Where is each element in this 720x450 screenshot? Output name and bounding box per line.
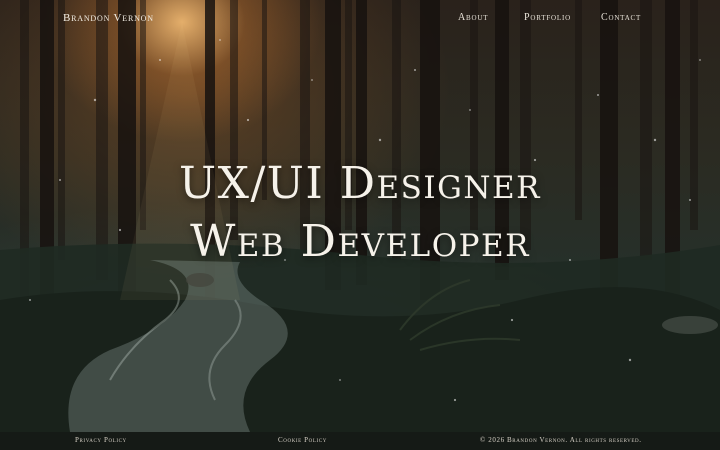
hero-background: Brandon Vernon About Portfolio Contact U… <box>0 0 720 450</box>
copyright-notice: © 2026 Brandon Vernon. All rights reserv… <box>480 436 642 444</box>
nav-link-about[interactable]: About <box>458 12 488 23</box>
site-brand-name[interactable]: Brandon Vernon <box>63 12 154 24</box>
page-footer: Privacy Policy Cookie Policy © 2026 Bran… <box>0 432 720 450</box>
hero-headline-line-2: Web Developer <box>190 216 530 267</box>
nav-link-portfolio[interactable]: Portfolio <box>524 12 571 23</box>
hero-headline-line-1: UX/UI Designer <box>179 158 541 209</box>
top-navigation-bar: Brandon Vernon About Portfolio Contact <box>0 0 720 36</box>
privacy-policy-link[interactable]: Privacy Policy <box>75 436 127 444</box>
cookie-policy-link[interactable]: Cookie Policy <box>278 436 327 444</box>
nav-link-contact[interactable]: Contact <box>601 12 641 23</box>
